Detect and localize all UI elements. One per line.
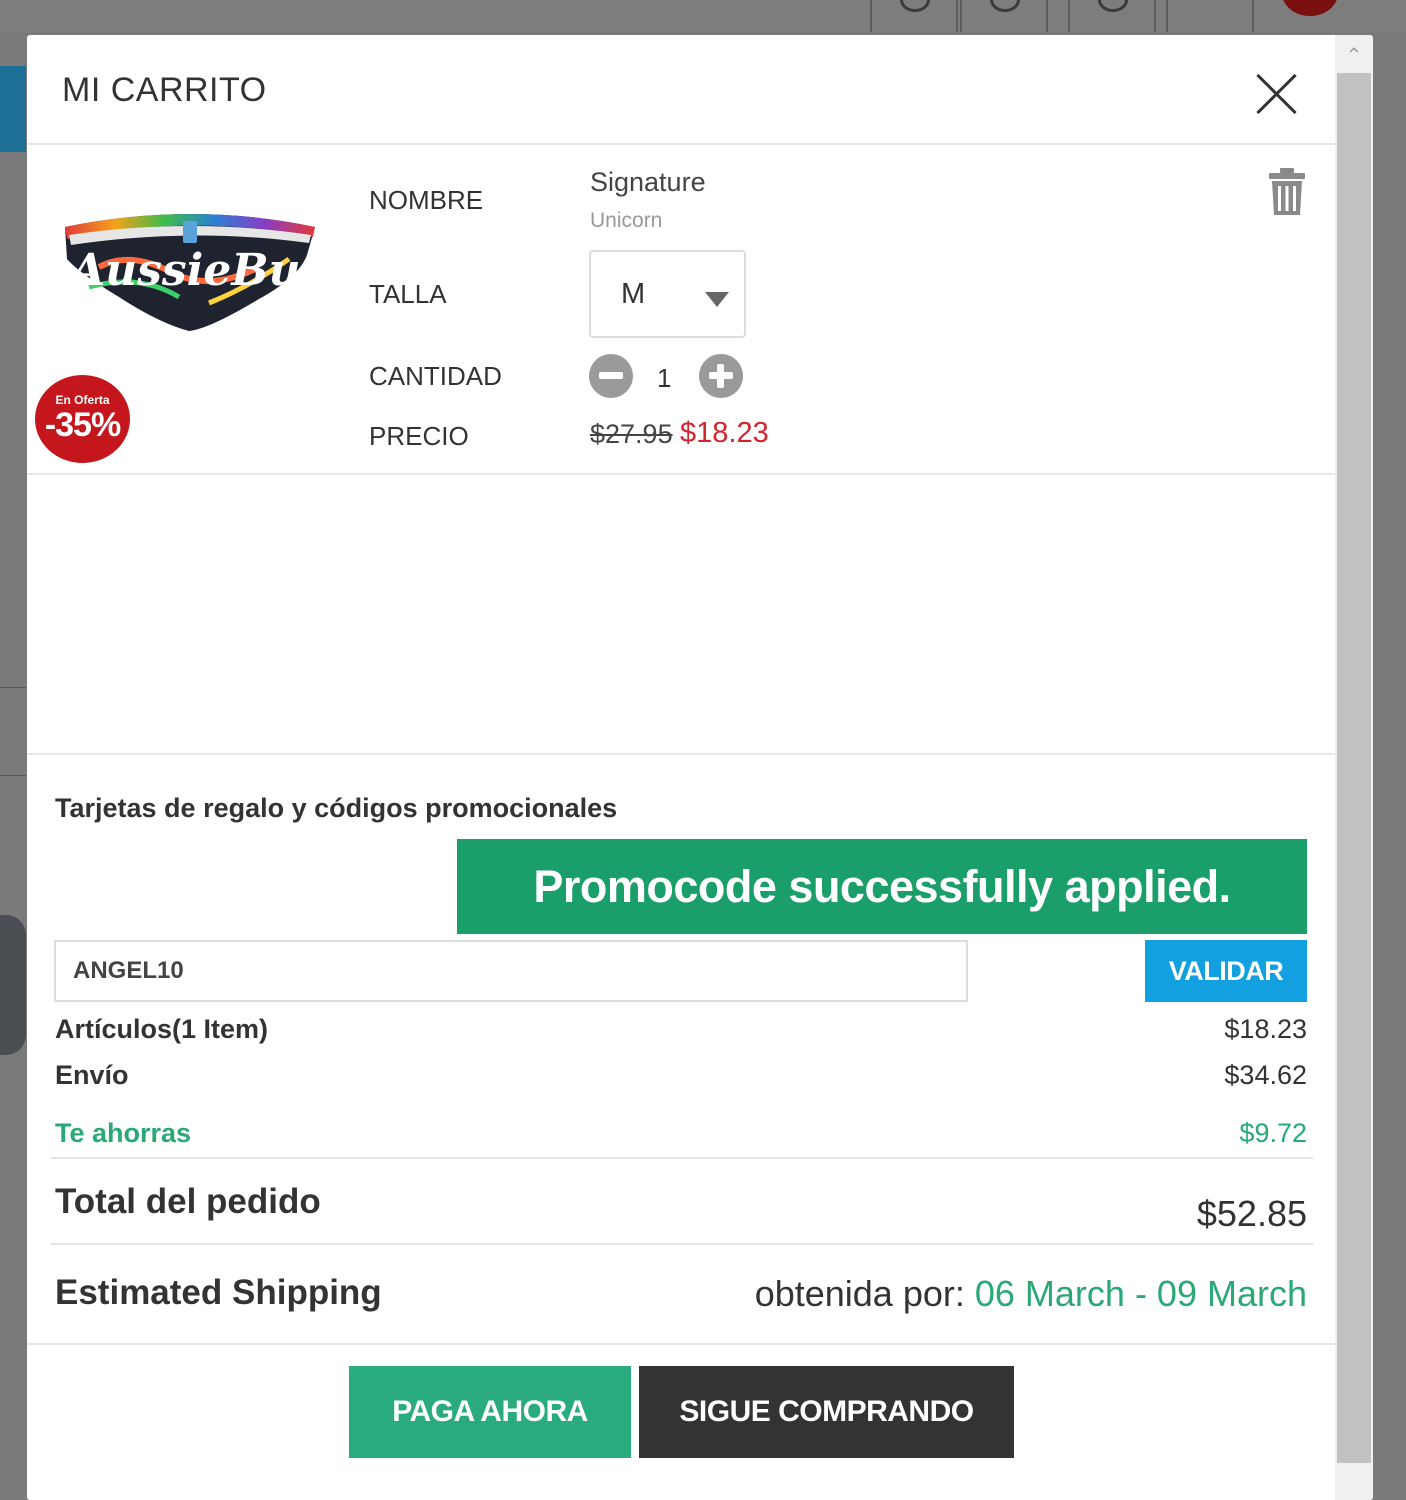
product-brand-logo: AussieBu (67, 245, 301, 296)
order-total-label: Total del pedido (55, 1182, 321, 1221)
trash-icon[interactable] (1267, 167, 1307, 217)
name-label: NOMBRE (369, 185, 484, 215)
background-avatar (1282, 0, 1338, 16)
scroll-thumb[interactable] (1337, 73, 1371, 1463)
promo-code-input[interactable] (54, 940, 968, 1002)
decrease-quantity-button[interactable] (589, 354, 633, 398)
footer-divider (27, 1343, 1335, 1345)
shipping-value: $34.62 (1224, 1060, 1307, 1090)
size-label: TALLA (369, 279, 447, 309)
background-account-icon (870, 0, 958, 32)
sale-badge-label: En Oferta (55, 393, 110, 407)
plus-icon (717, 364, 724, 388)
validate-button[interactable]: VALIDAR (1145, 940, 1307, 1002)
close-icon[interactable] (1253, 71, 1299, 117)
product-variant: Unicorn (590, 209, 663, 232)
scroll-up-arrow-icon[interactable]: ⌃ (1335, 35, 1373, 71)
modal-header: MI CARRITO (27, 35, 1335, 145)
cart-item: AussieBu En Oferta -35% NOMBRE Signature… (27, 145, 1335, 475)
cart-modal: ⌃ MI CARRITO AussieBu En Oferta -35% NOM… (27, 35, 1373, 1500)
savings-label: Te ahorras (55, 1118, 192, 1148)
background-divider (0, 687, 26, 688)
product-name[interactable]: Signature (590, 167, 706, 198)
summary-divider (51, 1157, 1313, 1159)
background-search-button (0, 66, 26, 152)
promo-success-banner: Promocode successfully applied. (457, 839, 1307, 934)
section-divider (27, 753, 1335, 755)
continue-shopping-button[interactable]: SIGUE COMPRANDO (639, 1366, 1014, 1458)
quantity-value: 1 (657, 363, 672, 393)
increase-quantity-button[interactable] (699, 354, 743, 398)
promo-section-title: Tarjetas de regalo y códigos promocional… (55, 793, 618, 823)
estimated-shipping-label: Estimated Shipping (55, 1273, 382, 1312)
size-select[interactable]: M (589, 250, 746, 338)
pay-now-button[interactable]: PAGA AHORA (349, 1366, 631, 1458)
product-image[interactable]: AussieBu (59, 207, 325, 347)
modal-scrollbar[interactable]: ⌃ (1335, 35, 1373, 1500)
summary-divider (51, 1243, 1313, 1245)
background-user-icon (1068, 0, 1156, 32)
estimated-shipping-value: obtenida por: 06 March - 09 March (755, 1273, 1307, 1315)
items-value: $18.23 (1224, 1014, 1307, 1044)
price-label: PRECIO (369, 421, 469, 451)
obtained-prefix: obtenida por: (754, 1273, 975, 1314)
background-header (0, 0, 1406, 32)
delivery-date-range: 06 March - 09 March (974, 1273, 1307, 1314)
background-cart-icon (1166, 0, 1254, 32)
background-product-image (0, 915, 26, 1055)
sale-badge-discount: -35% (44, 406, 121, 444)
sale-badge: En Oferta -35% (35, 375, 130, 463)
savings-value: $9.72 (1239, 1118, 1307, 1148)
chevron-down-icon (705, 292, 729, 307)
background-divider (0, 775, 26, 776)
original-price: $27.95 (590, 419, 673, 449)
sale-price: $18.23 (680, 417, 769, 449)
cart-title: MI CARRITO (62, 71, 267, 109)
size-selected-value: M (621, 278, 646, 310)
minus-icon (599, 372, 623, 379)
quantity-label: CANTIDAD (369, 361, 502, 391)
background-search-icon (960, 0, 1048, 32)
order-total-value: $52.85 (1196, 1193, 1307, 1234)
items-label: Artículos(1 Item) (55, 1014, 269, 1044)
shipping-label: Envío (55, 1060, 129, 1090)
